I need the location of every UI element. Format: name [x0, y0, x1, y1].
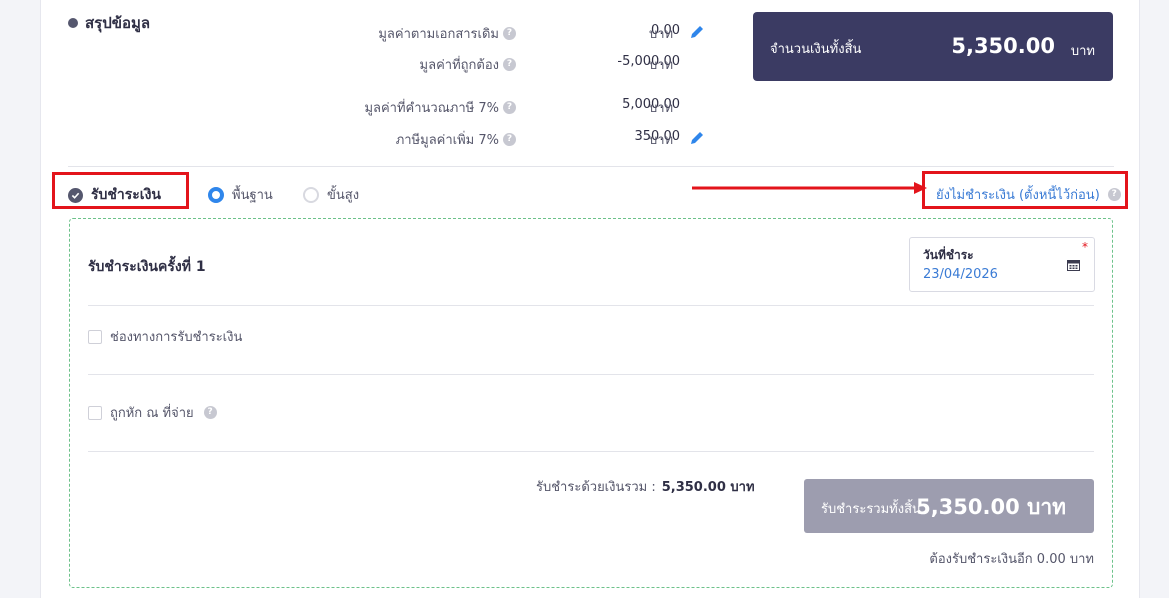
required-marker: *: [1082, 240, 1088, 254]
radio-advanced[interactable]: ขั้นสูง: [303, 184, 359, 205]
payment-title-text: รับชำระเงิน: [91, 187, 161, 203]
date-value[interactable]: 23/04/2026: [923, 267, 998, 282]
summary-row-correct-value: มูลค่าที่ถูกต้อง ? -5,000.00 บาท: [291, 54, 701, 74]
divider: [88, 451, 1094, 452]
help-icon[interactable]: ?: [503, 58, 516, 71]
pencil-icon[interactable]: [689, 24, 705, 40]
radio-unselected-icon[interactable]: [303, 186, 319, 203]
remaining-amount: ต้องรับชำระเงินอีก 0.00 บาท: [929, 552, 1094, 567]
payment-date-field[interactable]: วันที่ชำระ * 23/04/2026: [909, 237, 1095, 292]
bullet-icon: [68, 18, 78, 28]
calendar-icon[interactable]: [1067, 259, 1080, 271]
divider: [88, 305, 1094, 306]
summary-title-text: สรุปข้อมูล: [85, 14, 151, 32]
summary-row-taxable-value: มูลค่าที่คำนวณภาษี 7% ? 5,000.00 บาท: [291, 97, 701, 117]
help-icon[interactable]: ?: [203, 406, 217, 419]
grand-total-unit: บาท: [1070, 44, 1095, 59]
withholding-label: ถูกหัก ณ ที่จ่าย: [110, 406, 194, 421]
checkbox-icon[interactable]: [88, 329, 102, 344]
radio-basic[interactable]: พื้นฐาน: [208, 184, 273, 205]
radio-advanced-label: ขั้นสูง: [327, 188, 360, 203]
help-icon[interactable]: ?: [503, 101, 516, 114]
help-icon[interactable]: ?: [1107, 188, 1121, 201]
summary-row-unit: บาท: [649, 101, 674, 116]
summary-row-label: มูลค่าที่ถูกต้อง: [419, 58, 499, 73]
grand-total-label: จำนวนเงินทั้งสิ้น: [770, 42, 862, 57]
payment-section-title: รับชำระเงิน: [68, 184, 161, 206]
unpaid-debt-link[interactable]: ยังไม่ชำระเงิน (ตั้งหนี้ไว้ก่อน) ?: [936, 184, 1121, 205]
payment-panel: รับชำระเงินครั้งที่ 1 วันที่ชำระ * 23/04…: [69, 218, 1113, 588]
summary-row-vat: ภาษีมูลค่าเพิ่ม 7% ? 350.00 บาท: [291, 129, 703, 149]
installment-title: รับชำระเงินครั้งที่ 1: [88, 259, 206, 275]
cash-sum-value: 5,350.00 บาท: [661, 480, 755, 495]
pencil-icon[interactable]: [689, 130, 705, 146]
payment-channel-checkbox[interactable]: ช่องทางการรับชำระเงิน: [88, 326, 242, 347]
summary-row-label: มูลค่าตามเอกสารเดิม: [378, 27, 499, 42]
payment-channel-label: ช่องทางการรับชำระเงิน: [110, 330, 243, 345]
help-icon[interactable]: ?: [503, 133, 516, 146]
summary-row-unit: บาท: [649, 27, 674, 42]
checkbox-icon[interactable]: [88, 405, 102, 420]
summary-row-original-value: มูลค่าตามเอกสารเดิม ? 0.00 บาท: [291, 23, 703, 43]
document-card: สรุปข้อมูล มูลค่าตามเอกสารเดิม ? 0.00 บา…: [40, 0, 1140, 598]
divider: [88, 374, 1094, 375]
summary-section-title: สรุปข้อมูล: [68, 11, 150, 35]
paid-total-value: 5,350.00 บาท: [916, 495, 1066, 519]
arrow-icon: [692, 182, 927, 194]
date-label: วันที่ชำระ: [923, 248, 974, 262]
summary-row-label: มูลค่าที่คำนวณภาษี 7%: [364, 101, 499, 116]
grand-total-box: จำนวนเงินทั้งสิ้น 5,350.00 บาท: [753, 12, 1113, 81]
check-icon: [68, 187, 83, 203]
radio-selected-icon[interactable]: [208, 186, 224, 203]
help-icon[interactable]: ?: [503, 27, 516, 40]
withholding-tax-checkbox[interactable]: ถูกหัก ณ ที่จ่าย ?: [88, 402, 217, 423]
unpaid-link-text[interactable]: ยังไม่ชำระเงิน (ตั้งหนี้ไว้ก่อน): [936, 184, 1100, 205]
cash-sum-line: รับชำระด้วยเงินรวม : 5,350.00 บาท: [536, 476, 755, 497]
summary-row-unit: บาท: [649, 133, 674, 148]
grand-total-value: 5,350.00: [951, 34, 1055, 58]
summary-row-label: ภาษีมูลค่าเพิ่ม 7%: [395, 133, 499, 148]
cash-sum-label: รับชำระด้วยเงินรวม :: [536, 480, 656, 495]
summary-row-unit: บาท: [649, 58, 674, 73]
paid-total-box: รับชำระรวมทั้งสิ้น 5,350.00 บาท: [804, 479, 1094, 533]
radio-basic-label: พื้นฐาน: [232, 188, 273, 203]
paid-total-label: รับชำระรวมทั้งสิ้น: [821, 502, 921, 517]
divider: [68, 166, 1114, 167]
